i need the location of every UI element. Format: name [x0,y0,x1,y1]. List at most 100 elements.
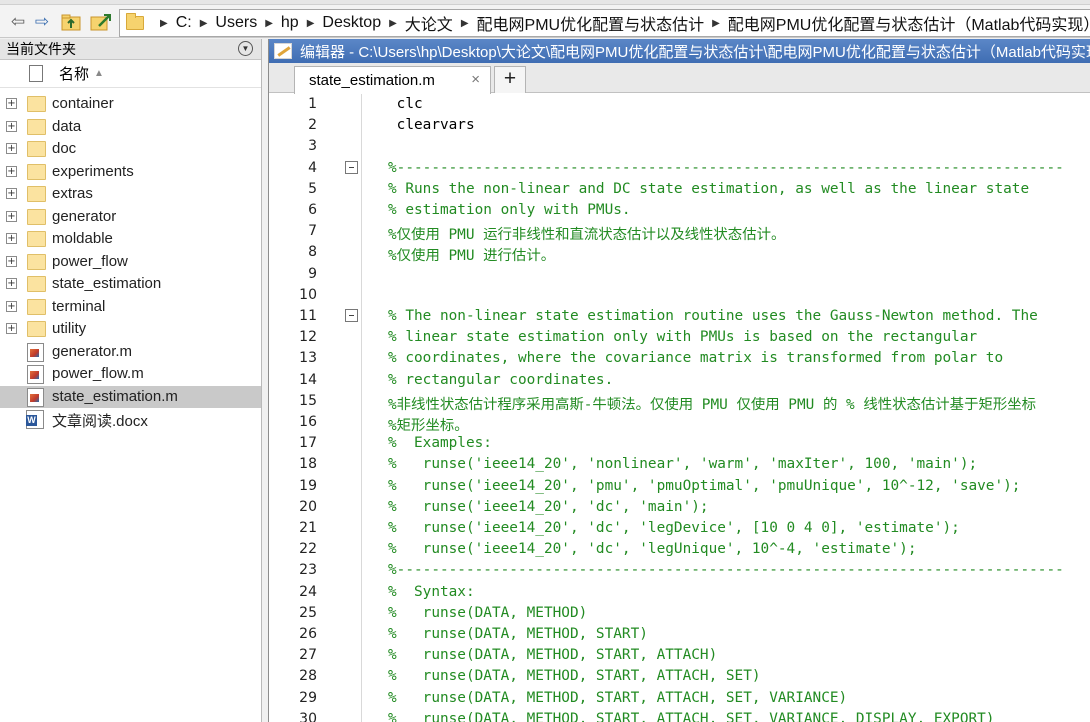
list-item[interactable]: + utility [0,318,261,340]
expand-icon[interactable]: + [6,300,17,312]
column-name-label: 名称 [59,66,90,83]
list-item[interactable]: generator.m [0,341,261,363]
breadcrumb[interactable]: ▶ C: ▶ Users ▶ hp ▶ Desktop ▶ 大论文 ▶ 配电网P… [119,9,1090,37]
code-line[interactable]: 14 % rectangular coordinates. [269,370,1090,391]
expand-icon[interactable]: + [6,210,17,222]
list-item[interactable]: + experiments [0,161,261,183]
breadcrumb-item[interactable]: Users [215,14,257,32]
list-item[interactable]: + moldable [0,228,261,250]
code-line[interactable]: 2 clearvars [269,115,1090,136]
code-line[interactable]: 23 %-------------------------------------… [269,560,1090,581]
list-item[interactable]: + doc [0,138,261,160]
line-number: 2 [308,117,317,134]
code-line[interactable]: 29 % runse(DATA, METHOD, START, ATTACH, S… [269,688,1090,709]
code-line[interactable]: 24 % Syntax: [269,582,1090,603]
code-line[interactable]: 5 % Runs the non-linear and DC state esti… [269,179,1090,200]
list-item[interactable]: 文章阅读.docx [0,408,261,430]
code-line[interactable]: 1 clc [269,94,1090,115]
code-line[interactable]: 27 % runse(DATA, METHOD, START, ATTACH) [269,645,1090,666]
list-item[interactable]: + terminal [0,296,261,318]
list-item-label: terminal [52,297,106,315]
code-line[interactable]: 18 % runse('ieee14_20', 'nonlinear', 'war… [269,454,1090,475]
chevron-right-icon[interactable]: ▶ [265,18,273,29]
breadcrumb-item[interactable]: 配电网PMU优化配置与状态估计 [477,11,705,35]
code-line[interactable]: 15 %非线性状态估计程序采用高斯-牛顿法。仅使用 PMU 仅使用 PMU 的 %… [269,391,1090,413]
code-text: % runse(DATA, METHOD) [388,604,588,621]
folder-icon [27,298,46,315]
code-line[interactable]: 6 % estimation only with PMUs. [269,200,1090,221]
panel-menu-icon[interactable]: ▼ [238,41,253,56]
code-line[interactable]: 9 [269,264,1090,285]
code-line[interactable]: 16 %矩形坐标。 [269,412,1090,434]
breadcrumb-item[interactable]: 配电网PMU优化配置与状态估计（Matlab代码实现） [728,11,1090,35]
list-item-label: extras [52,185,93,202]
chevron-right-icon[interactable]: ▶ [307,18,315,29]
code-line[interactable]: 28 % runse(DATA, METHOD, START, ATTACH, S… [269,666,1090,687]
code-line[interactable]: 19 % runse('ieee14_20', 'pmu', 'pmuOptima… [269,476,1090,497]
expand-icon[interactable]: + [6,323,17,334]
code-line[interactable]: 10 [269,285,1090,306]
code-line[interactable]: 12 % linear state estimation only with PM… [269,327,1090,348]
editor-icon [274,43,292,59]
chevron-right-icon[interactable]: ▶ [160,18,168,29]
collapse-icon[interactable] [345,309,358,322]
breadcrumb-item[interactable]: 大论文 [405,11,453,35]
line-number: 23 [299,562,317,579]
expand-icon[interactable]: + [6,120,17,132]
code-line[interactable]: 11 % The non-linear state estimation rout… [269,306,1090,327]
forward-arrow-icon[interactable]: ⇨ [32,12,52,32]
column-header[interactable]: 名称 ▲ [0,60,261,88]
code-line[interactable]: 7 %仅使用 PMU 运行非线性和直流状态估计以及线性状态估计。 [269,221,1090,244]
expand-icon[interactable]: + [6,143,17,154]
expand-icon[interactable]: + [6,278,17,289]
code-line[interactable]: 25 % runse(DATA, METHOD) [269,603,1090,624]
code-area[interactable]: 1 clc 2 clearvars 3 4 %---------------------… [269,94,1090,722]
list-item[interactable]: + extras [0,183,261,205]
list-item[interactable]: state_estimation.m [0,385,261,408]
list-item[interactable]: power_flow.m [0,363,261,385]
browse-folder-icon[interactable] [89,12,111,32]
code-line[interactable]: 4 %--------------------------------------… [269,158,1090,179]
folder-icon [27,321,46,337]
line-number: 17 [299,435,317,452]
chevron-right-icon[interactable]: ▶ [461,18,469,29]
list-item-label: power_flow.m [52,365,144,382]
code-line[interactable]: 21 % runse('ieee14_20', 'dc', 'legDevice'… [269,518,1090,539]
chevron-right-icon[interactable]: ▶ [389,18,397,29]
breadcrumb-item[interactable]: Desktop [322,14,381,32]
code-line[interactable]: 30 % runse(DATA, METHOD, START, ATTACH, S… [269,709,1090,722]
back-arrow-icon[interactable]: ⇦ [8,12,28,32]
list-item[interactable]: + generator [0,206,261,228]
expand-icon[interactable]: + [6,233,17,244]
code-line[interactable]: 22 % runse('ieee14_20', 'dc', 'legUnique'… [269,539,1090,560]
code-line[interactable]: 13 % coordinates, where the covariance ma… [269,348,1090,369]
tab-state-estimation[interactable]: state_estimation.m × [294,66,491,94]
code-line[interactable]: 26 % runse(DATA, METHOD, START) [269,624,1090,645]
expand-icon[interactable]: + [6,165,17,177]
code-text: %仅使用 PMU 运行非线性和直流状态估计以及线性状态估计。 [388,227,786,244]
breadcrumb-item[interactable]: C: [176,14,192,32]
chevron-right-icon[interactable]: ▶ [712,18,720,29]
code-line[interactable]: 3 [269,136,1090,157]
code-text: % coordinates, where the covariance matr… [388,350,1004,367]
code-line[interactable]: 8 %仅使用 PMU 进行估计。 [269,242,1090,264]
collapse-icon[interactable] [345,160,358,174]
line-number: 30 [299,710,317,722]
close-icon[interactable]: × [471,71,480,88]
list-item[interactable]: + data [0,116,261,138]
code-line[interactable]: 20 % runse('ieee14_20', 'dc', 'main'); [269,497,1090,518]
chevron-right-icon[interactable]: ▶ [200,18,208,29]
list-item[interactable]: + container [0,93,261,115]
list-item[interactable]: + power_flow [0,251,261,273]
code-text: % runse('ieee14_20', 'dc', 'main'); [388,498,709,515]
breadcrumb-item[interactable]: hp [281,14,299,32]
expand-icon[interactable]: + [6,98,17,109]
up-folder-icon[interactable] [60,12,82,32]
list-item[interactable]: + state_estimation [0,273,261,295]
folder-icon [27,276,46,292]
code-line[interactable]: 17 % Examples: [269,433,1090,454]
new-tab-button[interactable]: + [494,66,526,93]
expand-icon[interactable]: + [6,255,17,267]
expand-icon[interactable]: + [6,188,17,199]
line-number: 13 [299,350,317,367]
